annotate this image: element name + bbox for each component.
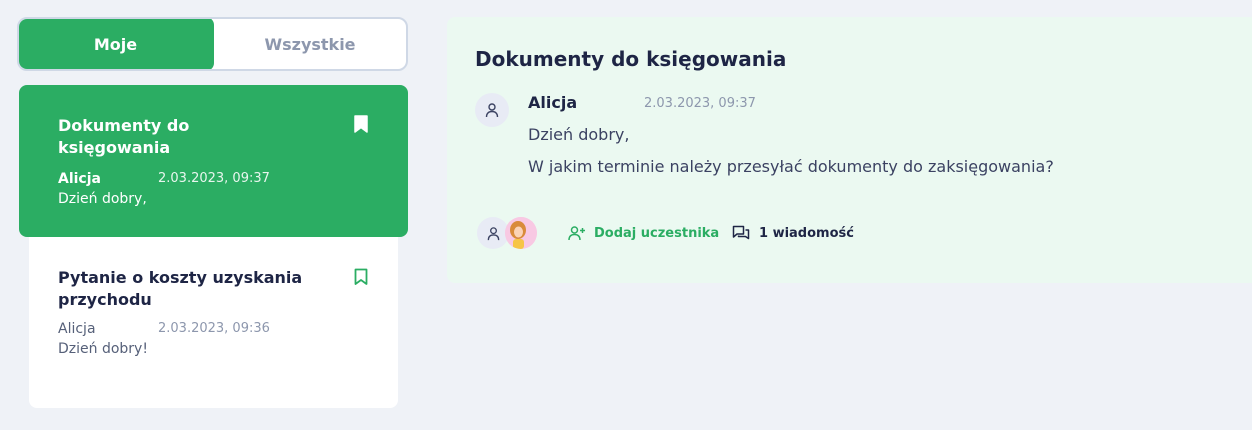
message-date: 2.03.2023, 09:37 [644, 96, 756, 111]
thread-title: Dokumenty do księgowania [58, 116, 190, 157]
chat-bubbles-icon [732, 225, 750, 240]
avatar [505, 217, 537, 249]
messages-count-label: 1 wiadomość [759, 225, 854, 241]
thread-item[interactable]: Pytanie o koszty uzyskania przychodu Ali… [29, 237, 398, 408]
add-user-icon [568, 226, 585, 241]
thread-preview: Dzień dobry, [58, 191, 147, 207]
thread-filter-tabs: Moje Wszystkie [17, 17, 408, 71]
thread-author: Alicja [58, 321, 96, 337]
message-author: Alicja [528, 93, 578, 112]
tab-all[interactable]: Wszystkie [214, 19, 406, 69]
thread-title: Pytanie o koszty uzyskania przychodu [58, 268, 303, 309]
thread-date: 2.03.2023, 09:37 [158, 171, 270, 186]
add-participant-label: Dodaj uczestnika [594, 225, 720, 241]
thread-preview: Dzień dobry! [58, 341, 148, 357]
message-text-line: Dzień dobry, [528, 125, 630, 144]
thread-list: Dokumenty do księgowania Alicja 2.03.202… [19, 85, 408, 408]
participants[interactable] [477, 217, 537, 249]
bookmark-outline-icon[interactable] [354, 268, 368, 286]
messages-count: 1 wiadomość [732, 225, 854, 241]
detail-title: Dokumenty do księgowania [475, 47, 787, 71]
thread-date: 2.03.2023, 09:36 [158, 321, 270, 336]
user-icon [475, 93, 509, 127]
thread-detail-panel: Dokumenty do księgowania Alicja 2.03.202… [447, 17, 1252, 283]
bookmark-filled-icon[interactable] [354, 115, 368, 133]
tab-mine[interactable]: Moje [19, 19, 214, 69]
thread-item-selected[interactable]: Dokumenty do księgowania Alicja 2.03.202… [19, 85, 408, 237]
thread-author: Alicja [58, 171, 101, 187]
add-participant-button[interactable]: Dodaj uczestnika [568, 225, 719, 241]
message-text-line: W jakim terminie należy przesyłać dokume… [528, 157, 1054, 176]
